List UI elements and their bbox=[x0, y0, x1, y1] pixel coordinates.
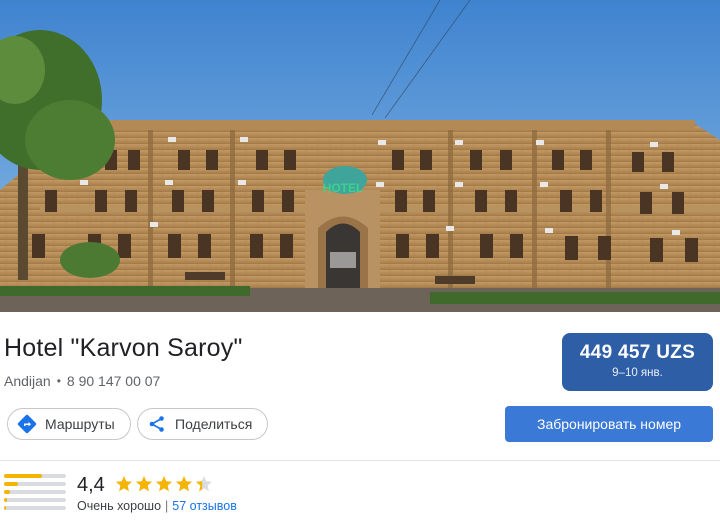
rating-distribution[interactable] bbox=[4, 474, 66, 514]
book-room-label: Забронировать номер bbox=[536, 416, 682, 432]
rating-bar-1 bbox=[4, 506, 66, 510]
hotel-sign: HOTEL bbox=[323, 181, 364, 195]
rating-bar-fill bbox=[4, 490, 11, 494]
rating-bar-fill bbox=[4, 506, 7, 510]
reviews-link[interactable]: 57 отзывов bbox=[172, 499, 237, 513]
hotel-phone[interactable]: 8 90 147 00 07 bbox=[67, 373, 160, 389]
divider bbox=[0, 460, 720, 461]
star-icon bbox=[116, 476, 132, 492]
hotel-name: Hotel "Karvon Saroy" bbox=[4, 334, 243, 362]
rating-stars bbox=[115, 475, 213, 493]
rating-score: 4,4 bbox=[77, 474, 105, 496]
share-icon bbox=[147, 414, 167, 434]
hotel-photo[interactable]: HOTEL bbox=[0, 0, 720, 312]
hotel-meta: Andijan • 8 90 147 00 07 bbox=[4, 373, 160, 389]
rating-bar-fill bbox=[4, 498, 8, 502]
routes-button[interactable]: Маршруты bbox=[7, 408, 131, 440]
star-icon bbox=[176, 476, 192, 492]
price-dates: 9–10 янв. bbox=[612, 367, 663, 379]
rating-bar-fill bbox=[4, 482, 18, 486]
star-icon bbox=[156, 476, 172, 492]
meta-separator: • bbox=[56, 374, 61, 388]
rating-bar-2 bbox=[4, 498, 66, 502]
rating-bar-fill bbox=[4, 474, 43, 478]
hotel-info-card: Hotel "Karvon Saroy" Andijan • 8 90 147 … bbox=[0, 312, 720, 520]
price-value: 449 457 UZS bbox=[579, 342, 696, 363]
rating-separator: | bbox=[165, 499, 169, 513]
share-label: Поделиться bbox=[175, 416, 253, 432]
hotel-city: Andijan bbox=[4, 373, 51, 389]
rating-label: Очень хорошо bbox=[77, 499, 162, 513]
rating-bar-5 bbox=[4, 474, 66, 478]
star-icon bbox=[196, 476, 212, 492]
rating-bar-3 bbox=[4, 490, 66, 494]
hotel-photo-image: HOTEL bbox=[0, 0, 720, 312]
book-room-button[interactable]: Забронировать номер bbox=[505, 406, 713, 442]
rating-bar-4 bbox=[4, 482, 66, 486]
share-button[interactable]: Поделиться bbox=[137, 408, 268, 440]
star-icon bbox=[136, 476, 152, 492]
routes-label: Маршруты bbox=[45, 416, 115, 432]
directions-icon bbox=[17, 414, 37, 434]
price-box[interactable]: 449 457 UZS 9–10 янв. bbox=[562, 333, 713, 391]
rating-summary: Очень хорошо | 57 отзывов bbox=[77, 499, 237, 513]
